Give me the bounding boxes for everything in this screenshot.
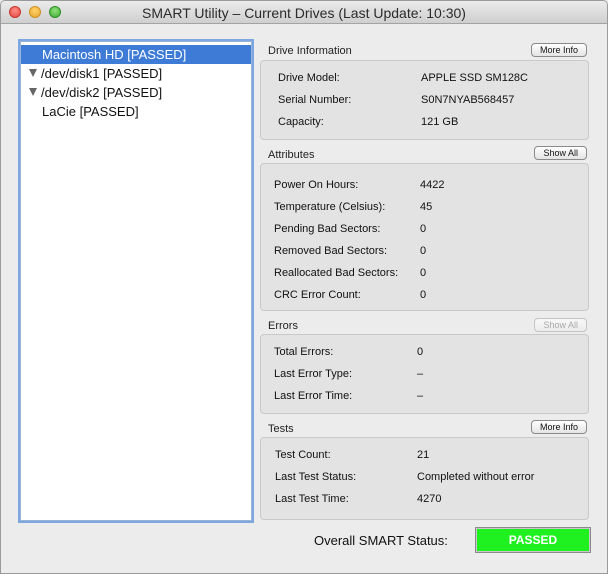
last-test-time-value: 4270 bbox=[417, 493, 442, 505]
last-error-type-label: Last Error Type: bbox=[274, 368, 353, 380]
errors-heading: Errors bbox=[268, 320, 298, 332]
overall-status-value: PASSED bbox=[477, 529, 589, 551]
drive-item-macintosh-hd[interactable]: Macintosh HD [PASSED] bbox=[21, 45, 251, 64]
smart-utility-window: SMART Utility – Current Drives (Last Upd… bbox=[0, 0, 608, 574]
errors-show-all-button: Show All bbox=[534, 318, 587, 332]
tests-panel: Test Count: 21 Last Test Status: Complet… bbox=[260, 437, 589, 520]
total-errors-value: 0 bbox=[417, 346, 424, 358]
drive-item-label: /dev/disk2 [PASSED] bbox=[41, 85, 163, 100]
attributes-heading: Attributes bbox=[268, 149, 315, 161]
total-errors-label: Total Errors: bbox=[274, 346, 334, 358]
errors-panel: Total Errors: 0 Last Error Type: – Last … bbox=[260, 334, 589, 414]
drive-info-more-info-button[interactable]: More Info bbox=[530, 43, 587, 57]
capacity-value: 121 GB bbox=[421, 116, 459, 128]
drive-item-lacie[interactable]: LaCie [PASSED] bbox=[21, 102, 251, 121]
removed-bad-sectors-label: Removed Bad Sectors: bbox=[274, 245, 388, 257]
reallocated-bad-sectors-label: Reallocated Bad Sectors: bbox=[274, 267, 399, 279]
pending-bad-sectors-label: Pending Bad Sectors: bbox=[274, 223, 381, 235]
temperature-value: 45 bbox=[420, 201, 433, 213]
crc-error-count-value: 0 bbox=[420, 289, 427, 301]
serial-number-value: S0N7NYAB568457 bbox=[421, 94, 515, 106]
power-on-hours-label: Power On Hours: bbox=[274, 179, 359, 191]
reallocated-bad-sectors-value: 0 bbox=[420, 267, 427, 279]
test-count-label: Test Count: bbox=[275, 449, 331, 461]
title-bar: SMART Utility – Current Drives (Last Upd… bbox=[1, 1, 607, 24]
serial-number-label: Serial Number: bbox=[278, 94, 352, 106]
drive-item-label: Macintosh HD [PASSED] bbox=[42, 47, 187, 62]
attributes-show-all-button[interactable]: Show All bbox=[534, 146, 587, 160]
last-error-type-value: – bbox=[417, 368, 424, 380]
drive-list[interactable]: Macintosh HD [PASSED] /dev/disk1 [PASSED… bbox=[20, 41, 252, 521]
drive-item-disk2[interactable]: /dev/disk2 [PASSED] bbox=[21, 83, 251, 102]
drive-item-label: LaCie [PASSED] bbox=[42, 104, 139, 119]
temperature-label: Temperature (Celsius): bbox=[274, 201, 386, 213]
drive-item-disk1[interactable]: /dev/disk1 [PASSED] bbox=[21, 64, 251, 83]
drive-information-heading: Drive Information bbox=[268, 45, 352, 57]
drive-item-label: /dev/disk1 [PASSED] bbox=[41, 66, 163, 81]
drive-model-value: APPLE SSD SM128C bbox=[421, 72, 528, 84]
drive-model-label: Drive Model: bbox=[278, 72, 340, 84]
tests-heading: Tests bbox=[268, 423, 294, 435]
last-test-time-label: Last Test Time: bbox=[275, 493, 349, 505]
power-on-hours-value: 4422 bbox=[420, 179, 445, 191]
tests-more-info-button[interactable]: More Info bbox=[530, 420, 587, 434]
overall-smart-status-label: Overall SMART Status: bbox=[314, 533, 448, 548]
removed-bad-sectors-value: 0 bbox=[420, 245, 427, 257]
last-error-time-value: – bbox=[417, 390, 424, 402]
disclosure-triangle-icon[interactable] bbox=[29, 69, 37, 77]
crc-error-count-label: CRC Error Count: bbox=[274, 289, 361, 301]
drive-information-panel: Drive Model: APPLE SSD SM128C Serial Num… bbox=[260, 60, 589, 140]
test-count-value: 21 bbox=[417, 449, 430, 461]
capacity-label: Capacity: bbox=[278, 116, 324, 128]
disclosure-triangle-icon[interactable] bbox=[29, 88, 37, 96]
last-error-time-label: Last Error Time: bbox=[274, 390, 353, 402]
last-test-status-label: Last Test Status: bbox=[275, 471, 357, 483]
pending-bad-sectors-value: 0 bbox=[420, 223, 427, 235]
last-test-status-value: Completed without error bbox=[417, 471, 535, 483]
attributes-panel: Power On Hours: 4422 Temperature (Celsiu… bbox=[260, 163, 589, 311]
overall-status-badge: PASSED bbox=[475, 527, 591, 553]
window-title: SMART Utility – Current Drives (Last Upd… bbox=[142, 5, 466, 21]
